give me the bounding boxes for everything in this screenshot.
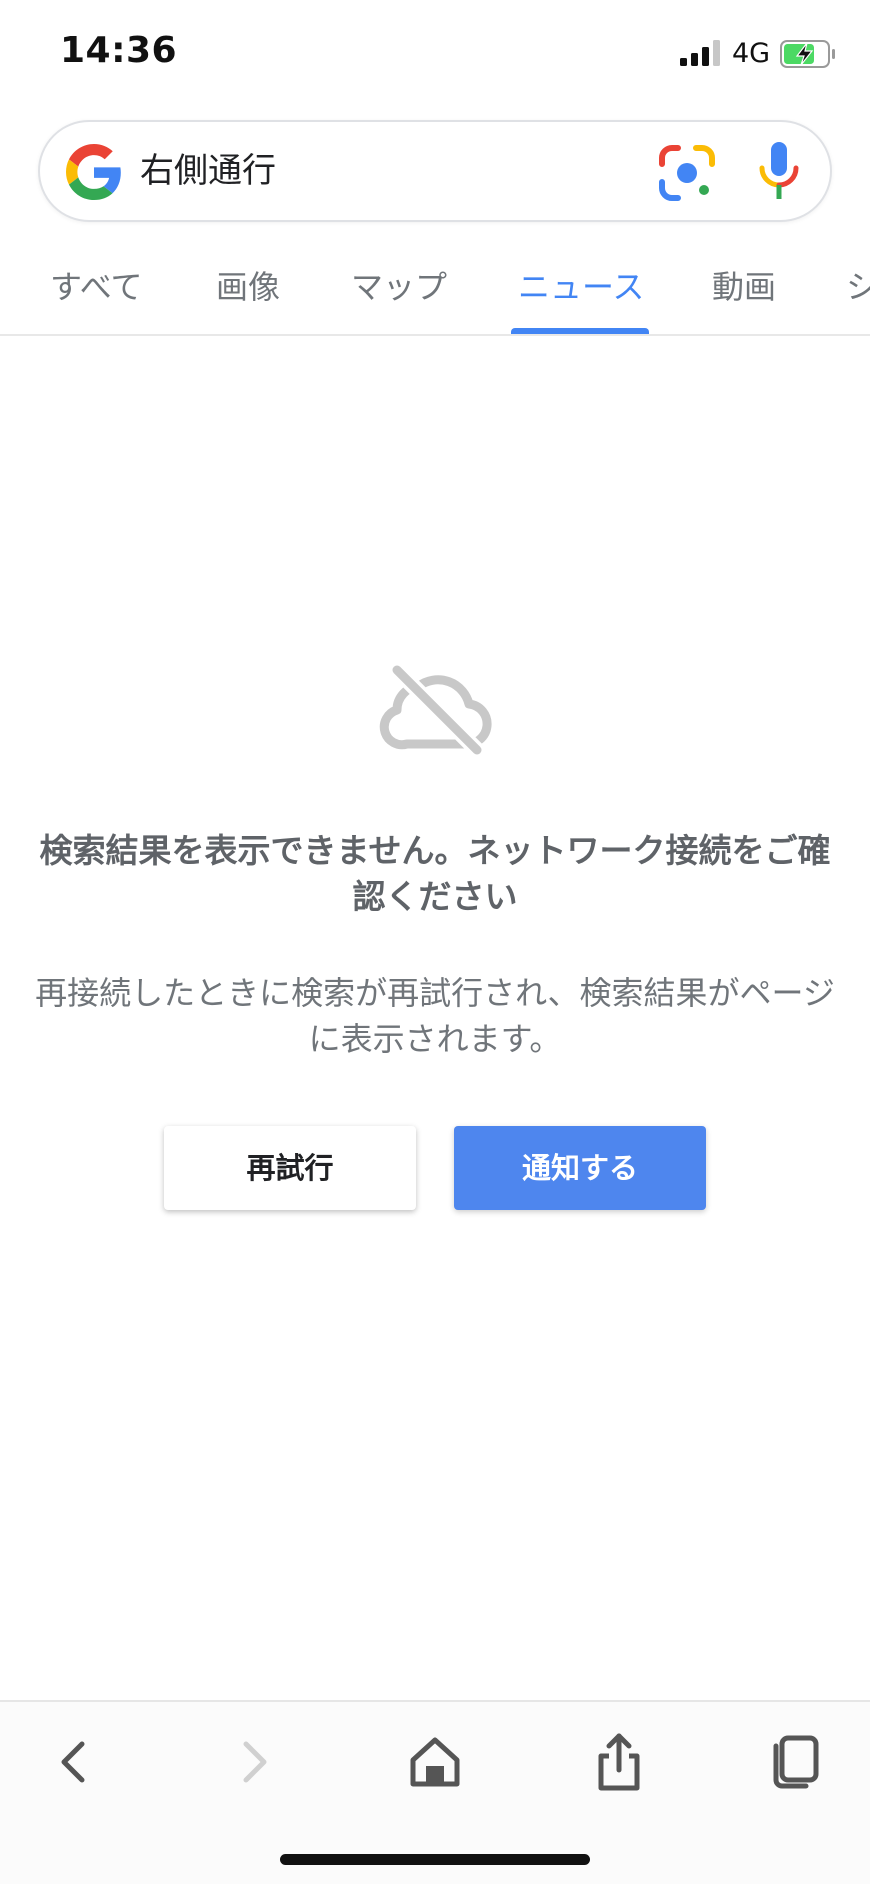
microphone-icon[interactable] [756, 140, 802, 204]
retry-button[interactable]: 再試行 [164, 1126, 416, 1210]
browser-toolbar [0, 1700, 870, 1884]
home-icon[interactable] [405, 1732, 465, 1792]
error-title: 検索結果を表示できません。ネットワーク接続をご確認ください [39, 831, 831, 916]
google-lens-icon[interactable] [658, 144, 716, 202]
tab-images[interactable]: 画像 [216, 262, 280, 308]
chevron-right-icon[interactable] [224, 1732, 284, 1792]
active-tab-indicator [511, 328, 649, 334]
network-type: 4G [732, 38, 771, 69]
error-description: 再接続したときに検索が再試行され、検索結果がページに表示されます。 [35, 974, 835, 1058]
google-logo-icon [66, 144, 121, 200]
chevron-left-icon[interactable] [44, 1732, 104, 1792]
cellular-signal-icon [680, 40, 720, 66]
battery-charging-icon [780, 40, 835, 68]
tabs-icon[interactable] [766, 1732, 826, 1792]
notify-button[interactable]: 通知する [454, 1126, 706, 1210]
share-icon[interactable] [589, 1732, 649, 1792]
search-bar[interactable]: 右側通行 [38, 120, 832, 222]
tab-videos[interactable]: 動画 [712, 262, 776, 308]
tab-all[interactable]: すべて [50, 262, 142, 308]
tab-maps[interactable]: マップ [351, 262, 447, 308]
status-bar: 14:36 4G [0, 0, 870, 100]
tab-news[interactable]: ニュース [518, 262, 644, 308]
screen: 14:36 4G 右側通行 すべて 画像 マップ ニュース 動画 検索結果を表示… [0, 0, 870, 1884]
home-indicator [280, 1854, 590, 1865]
search-query-text[interactable]: 右側通行 [140, 148, 276, 194]
search-tabs: すべて 画像 マップ ニュース 動画 シ [0, 248, 870, 336]
cloud-off-icon [379, 664, 492, 756]
status-time: 14:36 [60, 30, 178, 71]
tab-more[interactable]: シ [846, 262, 870, 308]
